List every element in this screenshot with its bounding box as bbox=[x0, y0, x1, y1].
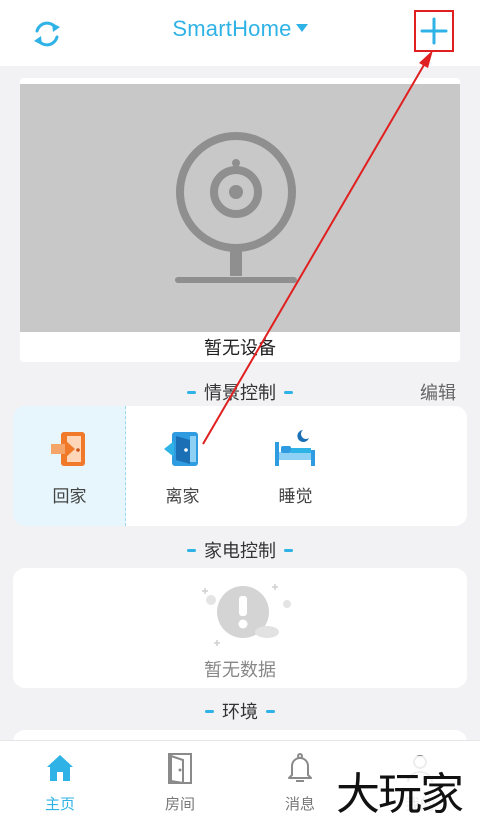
door-enter-icon bbox=[51, 432, 85, 466]
home-title[interactable]: SmartHome bbox=[172, 16, 291, 42]
edit-scenes-link[interactable]: 编辑 bbox=[420, 379, 456, 405]
title-dash bbox=[284, 391, 293, 394]
appliance-section-label: 家电控制 bbox=[204, 541, 276, 562]
scene-item-sleep[interactable]: 睡觉 bbox=[239, 406, 352, 526]
camera-card[interactable]: 暂无设备 bbox=[20, 78, 460, 362]
scene-label: 回家 bbox=[52, 487, 87, 507]
bed-icon bbox=[275, 430, 315, 466]
title-dash bbox=[187, 391, 196, 394]
watermark-text: 大玩家 bbox=[336, 769, 464, 820]
home-selector[interactable]: SmartHome bbox=[0, 16, 480, 42]
room-door-icon bbox=[168, 753, 192, 785]
plus-icon bbox=[420, 17, 448, 45]
scene-item-away[interactable]: 离家 bbox=[126, 406, 239, 526]
scene-label: 离家 bbox=[165, 487, 200, 507]
top-bar: SmartHome bbox=[0, 0, 480, 66]
door-exit-icon bbox=[164, 432, 198, 466]
home-icon bbox=[47, 755, 73, 781]
scene-section-label: 情景控制 bbox=[204, 383, 276, 404]
add-device-button[interactable] bbox=[414, 10, 454, 52]
camera-empty-label: 暂无设备 bbox=[204, 338, 276, 359]
appliance-card: 暂无数据 bbox=[13, 568, 467, 688]
chevron-down-icon[interactable] bbox=[295, 24, 308, 32]
exclamation-icon bbox=[202, 584, 291, 646]
nav-label: 房间 bbox=[164, 795, 195, 813]
scene-label: 睡觉 bbox=[278, 487, 313, 507]
nav-item-rooms[interactable]: 房间 bbox=[120, 741, 240, 821]
appliance-empty-label: 暂无数据 bbox=[204, 660, 276, 681]
title-dash bbox=[187, 549, 196, 552]
bell-icon bbox=[288, 753, 312, 782]
camera-preview[interactable] bbox=[20, 84, 460, 332]
scene-item-home[interactable]: 回家 bbox=[13, 406, 126, 526]
scene-card: 回家 离家 睡觉 bbox=[13, 406, 467, 526]
environment-section-label: 环境 bbox=[222, 702, 258, 723]
environment-section-title: 环境 bbox=[0, 698, 480, 724]
appliance-section-title: 家电控制 bbox=[0, 537, 480, 563]
title-dash bbox=[205, 710, 214, 713]
scene-section-title: 情景控制 bbox=[0, 379, 480, 405]
title-dash bbox=[284, 549, 293, 552]
nav-label: 主页 bbox=[44, 795, 75, 813]
camera-icon bbox=[175, 132, 297, 283]
title-dash bbox=[266, 710, 275, 713]
nav-item-home[interactable]: 主页 bbox=[0, 741, 120, 821]
watermark-logo: 大玩家 bbox=[328, 756, 470, 820]
